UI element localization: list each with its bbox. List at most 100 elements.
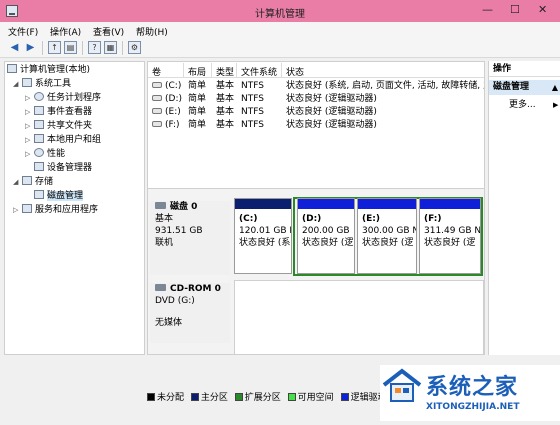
volume-cell: (F:) bbox=[152, 119, 186, 132]
watermark-url: XITONGZHIJIA.NET bbox=[426, 402, 520, 412]
cdrom-0-name: CD-ROM 0 bbox=[170, 284, 221, 294]
disk-management-view: 卷 布局 类型 文件系统 状态 (C:) 简单 基本 NTFS 状态良好 (系统… bbox=[147, 61, 485, 355]
toolbar: ◀ ▶ ↑ ▤ ? ▦ ⚙ bbox=[0, 38, 560, 58]
filesystem-cell: NTFS bbox=[241, 107, 264, 117]
partition-bar-logical bbox=[358, 199, 416, 209]
legend-swatch bbox=[340, 393, 349, 401]
menu-file[interactable]: 文件(F) bbox=[8, 25, 38, 38]
cdrom-0-volume-area[interactable] bbox=[234, 280, 484, 354]
back-arrow-icon[interactable]: ◀ bbox=[8, 41, 21, 54]
tree-item-disk-management[interactable]: 磁盘管理 bbox=[25, 190, 84, 203]
minimize-button[interactable]: — bbox=[482, 3, 493, 17]
tree-item-root[interactable]: 计算机管理(本地) bbox=[7, 64, 90, 77]
partition-d[interactable]: (D:) 200.00 GB 状态良好 (逻 bbox=[297, 198, 355, 274]
tree-item-shared-folders[interactable]: ▷ 共享文件夹 bbox=[25, 120, 92, 133]
cdrom-0-label[interactable]: CD-ROM 0 DVD (G:) 无媒体 bbox=[150, 283, 230, 343]
tree-item-performance[interactable]: ▷ 性能 bbox=[25, 148, 65, 161]
partition-bar-primary bbox=[235, 199, 291, 209]
status-cell: 状态良好 (逻辑驱动器) bbox=[286, 94, 377, 104]
partition-e[interactable]: (E:) 300.00 GB N 状态良好 (逻 bbox=[357, 198, 417, 274]
column-divider[interactable] bbox=[183, 63, 184, 77]
settings-icon[interactable]: ⚙ bbox=[128, 41, 141, 54]
column-header-layout[interactable]: 布局 bbox=[188, 65, 206, 78]
chevron-right-icon[interactable]: ▷ bbox=[25, 120, 34, 133]
chevron-right-icon[interactable]: ▷ bbox=[25, 134, 34, 147]
drive-icon bbox=[152, 95, 162, 101]
cd-drive-icon bbox=[155, 284, 166, 291]
disk-graphical-view: 磁盘 0 基本 931.51 GB 联机 (C:) 120.01 GB N 状态… bbox=[148, 188, 484, 354]
type-cell: 基本 bbox=[216, 107, 235, 117]
type-cell: 基本 bbox=[216, 94, 235, 104]
legend-swatch bbox=[190, 393, 199, 401]
watermark-text: 系统之家 bbox=[426, 375, 519, 400]
up-folder-icon[interactable]: ↑ bbox=[48, 41, 61, 54]
drive-icon bbox=[152, 108, 162, 114]
table-row[interactable]: (E:) 简单 基本 NTFS 状态良好 (逻辑驱动器) bbox=[148, 106, 484, 119]
column-divider[interactable] bbox=[281, 63, 282, 77]
menu-action[interactable]: 操作(A) bbox=[50, 25, 81, 38]
maximize-button[interactable]: ☐ bbox=[510, 3, 520, 17]
forward-arrow-icon[interactable]: ▶ bbox=[24, 41, 37, 54]
tree-item-storage[interactable]: ◢ 存储 bbox=[13, 176, 53, 189]
column-header-status[interactable]: 状态 bbox=[286, 65, 304, 78]
table-row[interactable]: (D:) 简单 基本 NTFS 状态良好 (逻辑驱动器) bbox=[148, 93, 484, 106]
legend-item-extended: 扩展分区 bbox=[234, 393, 281, 403]
column-header-volume[interactable]: 卷 bbox=[152, 65, 161, 78]
layout-cell: 简单 bbox=[188, 120, 207, 130]
disk-0-size: 931.51 GB bbox=[155, 226, 203, 236]
chevron-down-icon[interactable]: ◢ bbox=[13, 176, 22, 189]
partition-f[interactable]: (F:) 311.49 GB N 状态良好 (逻 bbox=[419, 198, 481, 274]
table-row[interactable]: (C:) 简单 基本 NTFS 状态良好 (系统, 启动, 页面文件, 活动, … bbox=[148, 80, 484, 93]
menu-help[interactable]: 帮助(H) bbox=[136, 25, 168, 38]
close-button[interactable]: ✕ bbox=[538, 3, 547, 17]
device-manager-icon bbox=[34, 162, 44, 171]
column-divider[interactable] bbox=[236, 63, 237, 77]
navigation-tree: 计算机管理(本地) ◢ 系统工具 ▷ 任务计划程序 ▷ 事件查看器 ▷ 共享文件夹 ▷ 本… bbox=[4, 61, 145, 355]
column-header-filesystem[interactable]: 文件系统 bbox=[241, 65, 277, 78]
actions-disk-management[interactable]: 磁盘管理 ▲ bbox=[489, 80, 560, 95]
disk-0-label[interactable]: 磁盘 0 基本 931.51 GB 联机 bbox=[150, 201, 230, 275]
chevron-right-icon[interactable]: ▷ bbox=[25, 106, 34, 119]
legend-item-unallocated: 未分配 bbox=[147, 393, 184, 403]
actions-more[interactable]: 更多... ▶ bbox=[509, 99, 558, 111]
house-logo-icon bbox=[382, 368, 422, 402]
partition-c[interactable]: (C:) 120.01 GB N 状态良好 (系 bbox=[234, 198, 292, 274]
layout-cell: 简单 bbox=[188, 107, 207, 117]
column-header-type[interactable]: 类型 bbox=[216, 65, 234, 78]
tree-item-task-scheduler[interactable]: ▷ 任务计划程序 bbox=[25, 92, 101, 105]
disk-0-type: 基本 bbox=[155, 214, 174, 224]
actions-pane: 操作 磁盘管理 ▲ 更多... ▶ bbox=[488, 61, 560, 355]
type-cell: 基本 bbox=[216, 120, 235, 130]
tree-item-device-manager[interactable]: 设备管理器 bbox=[25, 162, 92, 175]
volume-table-header: 卷 布局 类型 文件系统 状态 bbox=[148, 62, 484, 78]
partition-bar-logical bbox=[420, 199, 480, 209]
tools-icon bbox=[22, 78, 32, 87]
submenu-arrow-icon: ▶ bbox=[553, 101, 559, 109]
disk-management-icon bbox=[34, 190, 44, 199]
chevron-down-icon[interactable]: ◢ bbox=[13, 78, 22, 91]
tree-item-event-viewer[interactable]: ▷ 事件查看器 bbox=[25, 106, 92, 119]
menu-view[interactable]: 查看(V) bbox=[93, 25, 124, 38]
drive-icon bbox=[152, 82, 162, 88]
tree-item-services-apps[interactable]: ▷ 服务和应用程序 bbox=[13, 204, 98, 217]
menu-bar: 文件(F) 操作(A) 查看(V) 帮助(H) bbox=[0, 22, 560, 38]
tree-item-local-users[interactable]: ▷ 本地用户和组 bbox=[25, 134, 101, 147]
performance-icon bbox=[34, 148, 44, 157]
chevron-right-icon[interactable]: ▷ bbox=[13, 204, 22, 217]
storage-icon bbox=[22, 176, 32, 185]
collapse-up-icon[interactable]: ▲ bbox=[552, 80, 558, 95]
properties-icon[interactable]: ▦ bbox=[104, 41, 117, 54]
event-viewer-icon bbox=[34, 106, 44, 115]
column-divider[interactable] bbox=[211, 63, 212, 77]
filesystem-cell: NTFS bbox=[241, 81, 264, 91]
show-hide-tree-icon[interactable]: ▤ bbox=[64, 41, 77, 54]
volume-cell: (C:) bbox=[152, 80, 186, 93]
chevron-right-icon[interactable]: ▷ bbox=[25, 148, 34, 161]
type-cell: 基本 bbox=[216, 81, 235, 91]
tree-item-system-tools[interactable]: ◢ 系统工具 bbox=[13, 78, 71, 91]
help-icon[interactable]: ? bbox=[88, 41, 101, 54]
chevron-right-icon[interactable]: ▷ bbox=[25, 92, 34, 105]
legend-item-free-space: 可用空间 bbox=[287, 393, 334, 403]
table-row[interactable]: (F:) 简单 基本 NTFS 状态良好 (逻辑驱动器) bbox=[148, 119, 484, 132]
status-cell: 状态良好 (逻辑驱动器) bbox=[286, 120, 377, 130]
